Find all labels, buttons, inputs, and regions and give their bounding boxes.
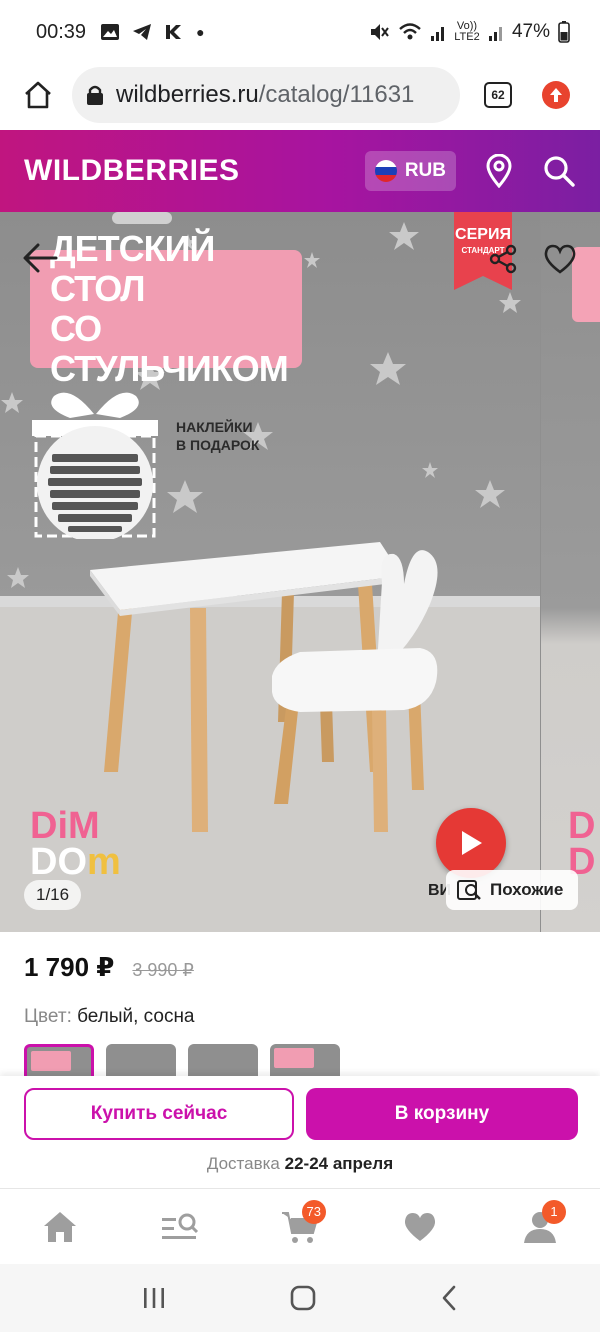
update-button[interactable] <box>542 81 570 109</box>
old-price: 3 990 ₽ <box>132 960 194 980</box>
brand-line-2b: m <box>87 841 121 883</box>
favorites-heart-icon <box>404 1212 436 1241</box>
currency-selector[interactable]: RUB <box>364 151 456 191</box>
home-system-icon[interactable] <box>290 1285 316 1311</box>
similar-label: Похожие <box>490 880 564 899</box>
heart-icon[interactable] <box>543 243 577 275</box>
brand-logo: DiM DOm <box>30 805 121 883</box>
search-button[interactable] <box>542 154 576 188</box>
nav-favorites[interactable] <box>390 1202 450 1252</box>
tabs-button[interactable]: 62 <box>484 82 512 108</box>
vk-icon <box>166 25 182 39</box>
home-icon <box>25 81 51 109</box>
color-value: белый, сосна <box>77 1006 195 1027</box>
promo-line-2: СО СТУЛЬЧИКОМ <box>50 308 289 389</box>
more-notifications-dot: ● <box>196 24 205 40</box>
similar-search-icon <box>457 880 481 900</box>
url-host: wildberries.ru <box>116 81 259 108</box>
battery-icon <box>558 21 570 43</box>
wifi-icon <box>399 23 421 40</box>
back-system-icon[interactable] <box>439 1285 459 1311</box>
play-video-button[interactable] <box>436 808 506 878</box>
lock-icon <box>87 85 103 105</box>
product-gallery[interactable]: ДЕТСКИЙ СТОЛ СО СТУЛЬЧИКОМ СЕРИЯ СТАНДАР… <box>0 212 600 932</box>
share-icon[interactable] <box>488 244 518 274</box>
delivery-label: Доставка <box>206 1154 280 1173</box>
status-time: 00:39 <box>36 20 87 43</box>
home-nav-icon <box>44 1211 76 1242</box>
profile-badge: 1 <box>542 1199 566 1224</box>
brand-line-2a: DO <box>30 841 87 883</box>
wildberries-logo[interactable]: WILDBERRIES <box>24 154 240 188</box>
similar-products-button[interactable]: Похожие <box>446 870 578 910</box>
location-button[interactable] <box>482 154 516 188</box>
battery-percent: 47% <box>511 21 550 42</box>
address-bar[interactable]: wildberries.ru/catalog/11631 <box>72 67 460 123</box>
cart-badge: 73 <box>301 1199 326 1224</box>
sticker-gift-note: НАКЛЕЙКИ В ПОДАРОК <box>176 418 259 454</box>
color-label: Цвет: <box>24 1006 72 1027</box>
play-icon <box>462 831 482 855</box>
next-brand-logo-peek: DD <box>568 805 596 883</box>
system-navigation-bar <box>0 1264 600 1332</box>
purchase-action-bar: Купить сейчас В корзину Доставка 22-24 а… <box>0 1076 600 1188</box>
price-row: 1 790 ₽ 3 990 ₽ <box>24 952 194 983</box>
back-arrow-icon[interactable] <box>22 242 58 274</box>
telegram-icon <box>133 24 152 40</box>
currency-label: RUB <box>404 160 446 181</box>
promo-line-1: ДЕТСКИЙ СТОЛ <box>50 228 215 309</box>
gallery-icon <box>101 24 120 40</box>
url-text: wildberries.ru/catalog/11631 <box>116 81 414 109</box>
series-label: СЕРИЯ <box>455 226 511 243</box>
home-button[interactable] <box>16 73 60 117</box>
network-type: Vo)) LTE2 <box>454 20 480 43</box>
image-counter: 1/16 <box>24 880 82 910</box>
site-header: WILDBERRIES RUB <box>0 130 600 212</box>
nav-cart[interactable]: 73 <box>270 1199 330 1252</box>
status-bar: 00:39 ● Vo)) LTE2 47% <box>0 0 600 64</box>
recent-apps-icon[interactable] <box>141 1286 167 1310</box>
current-price: 1 790 ₽ <box>24 952 115 982</box>
browser-toolbar: wildberries.ru/catalog/11631 62 <box>0 60 600 130</box>
delivery-info: Доставка 22-24 апреля <box>0 1154 600 1174</box>
signal-2-icon <box>488 27 502 41</box>
nav-profile[interactable]: 1 <box>510 1199 570 1252</box>
add-to-cart-button[interactable]: В корзину <box>306 1088 578 1140</box>
color-row: Цвет: белый, сосна <box>24 1006 195 1028</box>
mute-icon <box>370 24 389 40</box>
nav-catalog[interactable] <box>150 1202 210 1252</box>
arrow-up-icon <box>550 88 562 102</box>
location-pin-icon <box>486 154 512 188</box>
search-icon <box>544 156 575 187</box>
url-path: /catalog/11631 <box>258 81 415 108</box>
nav-home[interactable] <box>30 1202 90 1252</box>
brand-line-1: DiM <box>30 805 100 847</box>
sticker-line-2: В ПОДАРОК <box>176 437 260 453</box>
bottom-navigation: 73 1 <box>0 1188 600 1264</box>
buy-now-button[interactable]: Купить сейчас <box>24 1088 294 1140</box>
delivery-dates: 22-24 апреля <box>284 1154 394 1173</box>
signal-1-icon <box>430 27 444 41</box>
promo-title-badge: ДЕТСКИЙ СТОЛ СО СТУЛЬЧИКОМ <box>30 229 302 389</box>
sticker-line-1: НАКЛЕЙКИ <box>176 419 253 435</box>
gift-icon <box>32 392 158 539</box>
russia-flag-icon <box>374 160 397 182</box>
catalog-search-icon <box>162 1213 199 1239</box>
